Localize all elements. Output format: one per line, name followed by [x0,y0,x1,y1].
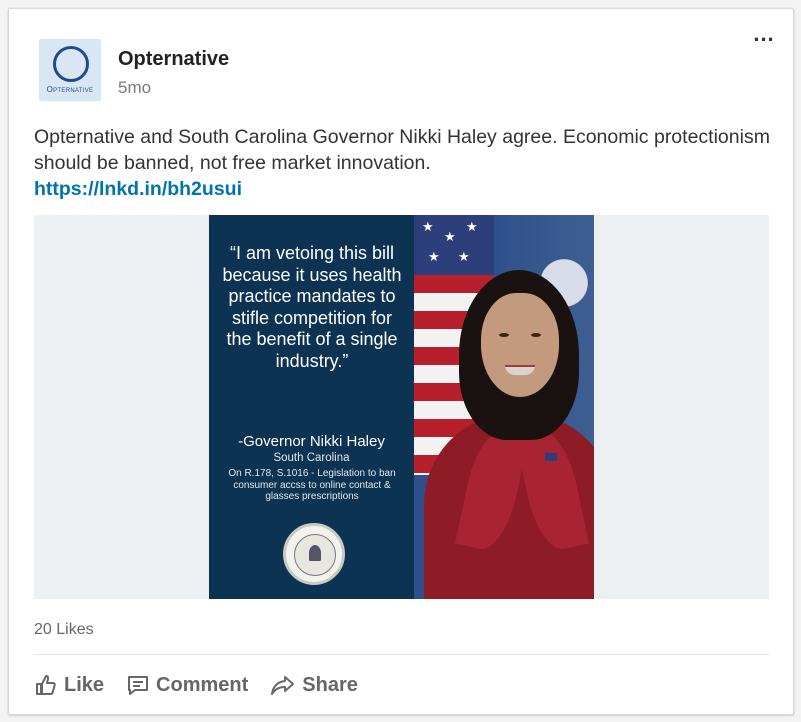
ellipsis-icon: ... [753,21,775,46]
share-label: Share [302,673,358,696]
star-icon: ★ [428,249,440,264]
company-logo[interactable]: Opternative [39,39,101,101]
post-link[interactable]: https://lnkd.in/bh2usui [34,178,242,201]
star-icon: ★ [444,229,456,244]
logo-ring-icon [53,46,89,82]
share-arrow-icon [271,676,295,695]
quote-bill-reference: On R.178, S.1016 - Legislation to ban co… [228,468,396,502]
post-body-text: Opternative and South Carolina Governor … [34,126,770,174]
author-name[interactable]: Opternative [118,48,229,71]
state-seal-icon [283,523,345,585]
comment-label: Comment [156,673,249,696]
like-label: Like [64,673,105,696]
quote-text: “I am vetoing this bill because it uses … [222,243,402,371]
portrait-eye [531,333,541,337]
seal-inner [294,534,336,576]
portrait-face [481,293,559,397]
more-options-button[interactable]: ... [749,23,779,47]
seal-palmetto-icon [309,545,321,561]
quote-state: South Carolina [273,452,350,464]
post-actions: Like Comment Share [34,669,380,701]
star-icon: ★ [458,249,470,264]
post-image: “I am vetoing this bill because it uses … [209,215,594,599]
comment-button[interactable]: Comment [126,673,248,697]
quote-attribution: -Governor Nikki Haley [238,433,385,450]
us-flag-canton: ★ ★ ★ ★ ★ [414,215,494,275]
flag-pin-icon [545,453,557,461]
star-icon: ★ [466,219,478,234]
post-image-container[interactable]: “I am vetoing this bill because it uses … [34,215,769,599]
likes-count[interactable]: 20 Likes [34,621,94,639]
divider [34,654,769,655]
logo-wordmark: Opternative [46,85,94,94]
quote-panel: “I am vetoing this bill because it uses … [209,215,414,599]
thumbs-up-icon [36,675,56,695]
comment-icon [128,676,149,695]
portrait-eye [499,333,509,337]
feed-post-card: Opternative Opternative 5mo ... Opternat… [8,8,794,715]
share-button[interactable]: Share [270,673,358,697]
post-timestamp: 5mo [118,78,152,97]
star-icon: ★ [422,219,434,234]
like-button[interactable]: Like [34,673,104,697]
